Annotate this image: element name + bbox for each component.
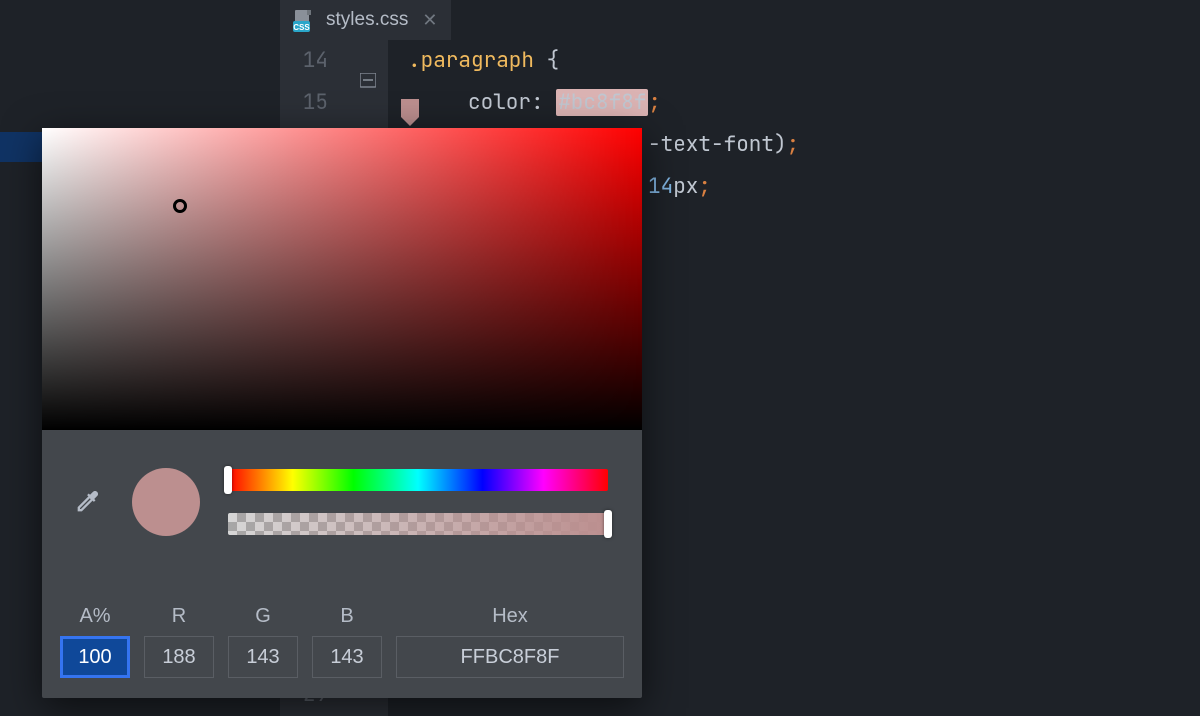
color-preview-circle (132, 468, 200, 536)
alpha-input-group: A% 100 (60, 605, 130, 678)
blue-input-group: B 143 (312, 605, 382, 678)
hex-label: Hex (492, 605, 528, 628)
editor-tab-bar: CSS styles.css ✕ (280, 0, 1200, 40)
color-picker-popup: A% 100 R 188 G 143 B 143 Hex FFBC8F8F (42, 128, 642, 698)
code-line[interactable]: color: #bc8f8f; (388, 82, 1200, 124)
css-hex-value-token: #bc8f8f (556, 89, 648, 116)
line-number: 14 (280, 40, 328, 82)
code-line[interactable]: .paragraph { (388, 40, 1200, 82)
saturation-value-field[interactable] (42, 128, 642, 430)
r-label: R (172, 605, 186, 628)
alpha-slider[interactable] (228, 513, 608, 535)
css-brace-token: { (534, 47, 559, 74)
alpha-slider-thumb[interactable] (604, 510, 612, 538)
green-input[interactable]: 143 (228, 636, 298, 678)
g-label: G (255, 605, 271, 628)
sidebar-selection-highlight (0, 132, 48, 162)
alpha-label: A% (79, 605, 110, 628)
eyedropper-icon (73, 488, 101, 516)
sv-cursor-handle[interactable] (173, 199, 187, 213)
b-label: B (340, 605, 353, 628)
svg-text:CSS: CSS (293, 23, 310, 32)
red-input[interactable]: 188 (144, 636, 214, 678)
css-file-icon: CSS (292, 8, 316, 32)
css-property-token: color (468, 89, 531, 116)
tab-filename-label: styles.css (326, 9, 408, 31)
eyedropper-button[interactable] (42, 454, 132, 550)
blue-input[interactable]: 143 (312, 636, 382, 678)
hue-slider[interactable] (228, 469, 608, 491)
hue-slider-thumb[interactable] (224, 466, 232, 494)
editor-tab-styles-css[interactable]: CSS styles.css ✕ (280, 0, 451, 40)
red-input-group: R 188 (144, 605, 214, 678)
fold-collapse-icon[interactable] (360, 62, 376, 78)
alpha-input[interactable]: 100 (60, 636, 130, 678)
hex-input-group: Hex FFBC8F8F (396, 605, 624, 678)
close-icon[interactable]: ✕ (422, 10, 437, 31)
line-number: 15 (280, 82, 328, 124)
hex-input[interactable]: FFBC8F8F (396, 636, 624, 678)
green-input-group: G 143 (228, 605, 298, 678)
css-selector-token: .paragraph (408, 47, 534, 74)
